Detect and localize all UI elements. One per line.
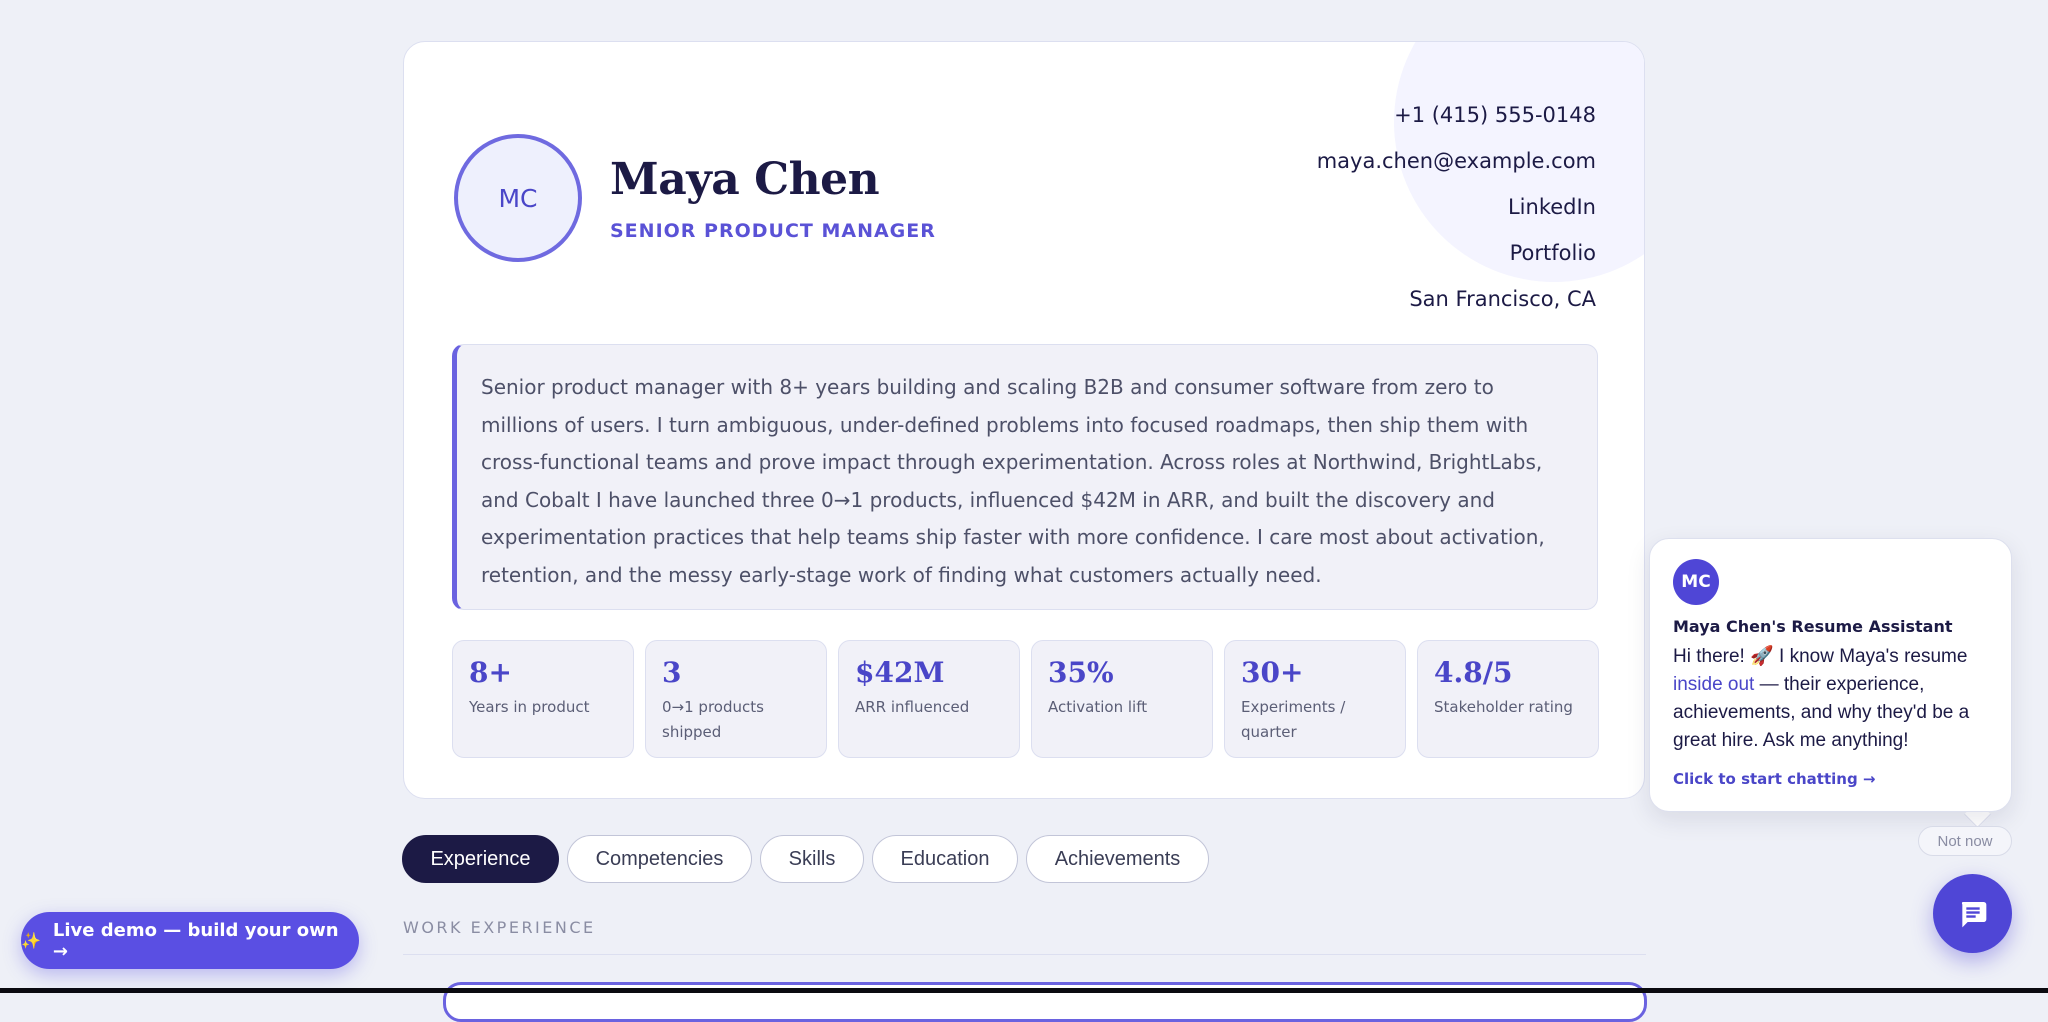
not-now-button[interactable]: Not now [1918,826,2012,856]
stat-card: 35% Activation lift [1031,640,1213,758]
stat-label: 0→1 products shipped [662,698,764,741]
stat-value: 30+ [1241,656,1304,689]
contact-portfolio-link[interactable]: Portfolio [1317,230,1596,276]
chat-message-text: Hi there! 🚀 I know Maya's resume [1673,646,1968,667]
chat-message-highlight: inside out [1673,674,1755,695]
stat-label: Years in product [469,698,590,716]
stat-value: 8+ [469,656,512,689]
stat-card: 3 0→1 products shipped [645,640,827,758]
stat-label: ARR influenced [855,698,970,716]
stat-card: 4.8/5 Stakeholder rating [1417,640,1599,758]
live-demo-button[interactable]: ✨ Live demo — build your own → [21,912,359,969]
resume-header-card: MC Maya Chen SENIOR PRODUCT MANAGER +1 (… [403,41,1645,799]
sparkles-icon: ✨ [21,931,41,950]
stat-label: Experiments / quarter [1241,698,1346,741]
tab-education[interactable]: Education [872,835,1018,883]
chat-assistant-bubble[interactable]: MC Maya Chen's Resume Assistant Hi there… [1649,538,2012,812]
chat-message: Hi there! 🚀 I know Maya's resume inside … [1673,643,1993,755]
chat-open-button[interactable] [1933,874,2012,953]
stat-value: $42M [855,656,945,689]
tab-competencies[interactable]: Competencies [567,835,752,883]
contact-email[interactable]: maya.chen@example.com [1317,138,1596,184]
profile-summary: Senior product manager with 8+ years bui… [452,344,1598,610]
avatar: MC [454,134,582,262]
stats-row: 8+ Years in product 3 0→1 products shipp… [452,640,1600,758]
viewport-edge [0,988,2048,993]
chat-avatar: MC [1673,559,1719,605]
live-demo-label: Live demo — build your own → [52,919,339,962]
chat-icon [1961,901,1986,927]
stat-card: 30+ Experiments / quarter [1224,640,1406,758]
stat-value: 35% [1048,656,1114,689]
contact-location: San Francisco, CA [1409,287,1596,311]
start-chat-link[interactable]: Click to start chatting → [1673,770,1875,788]
stat-label: Activation lift [1048,698,1148,716]
tab-achievements[interactable]: Achievements [1026,835,1209,883]
contact-list: +1 (415) 555-0148 maya.chen@example.com … [1317,92,1596,322]
chat-title: Maya Chen's Resume Assistant [1673,617,1953,636]
stat-value: 4.8/5 [1434,656,1513,689]
stat-label: Stakeholder rating [1434,698,1573,716]
contact-phone[interactable]: +1 (415) 555-0148 [1317,92,1596,138]
profile-role: SENIOR PRODUCT MANAGER [610,220,936,242]
stat-card: $42M ARR influenced [838,640,1020,758]
tab-experience[interactable]: Experience [402,835,559,883]
profile-name: Maya Chen [610,154,880,205]
section-divider [403,954,1646,955]
contact-linkedin-link[interactable]: LinkedIn [1317,184,1596,230]
stat-value: 3 [662,656,682,689]
tab-skills[interactable]: Skills [760,835,864,883]
section-title: WORK EXPERIENCE [403,918,596,937]
stat-card: 8+ Years in product [452,640,634,758]
avatar-initials: MC [498,183,538,213]
